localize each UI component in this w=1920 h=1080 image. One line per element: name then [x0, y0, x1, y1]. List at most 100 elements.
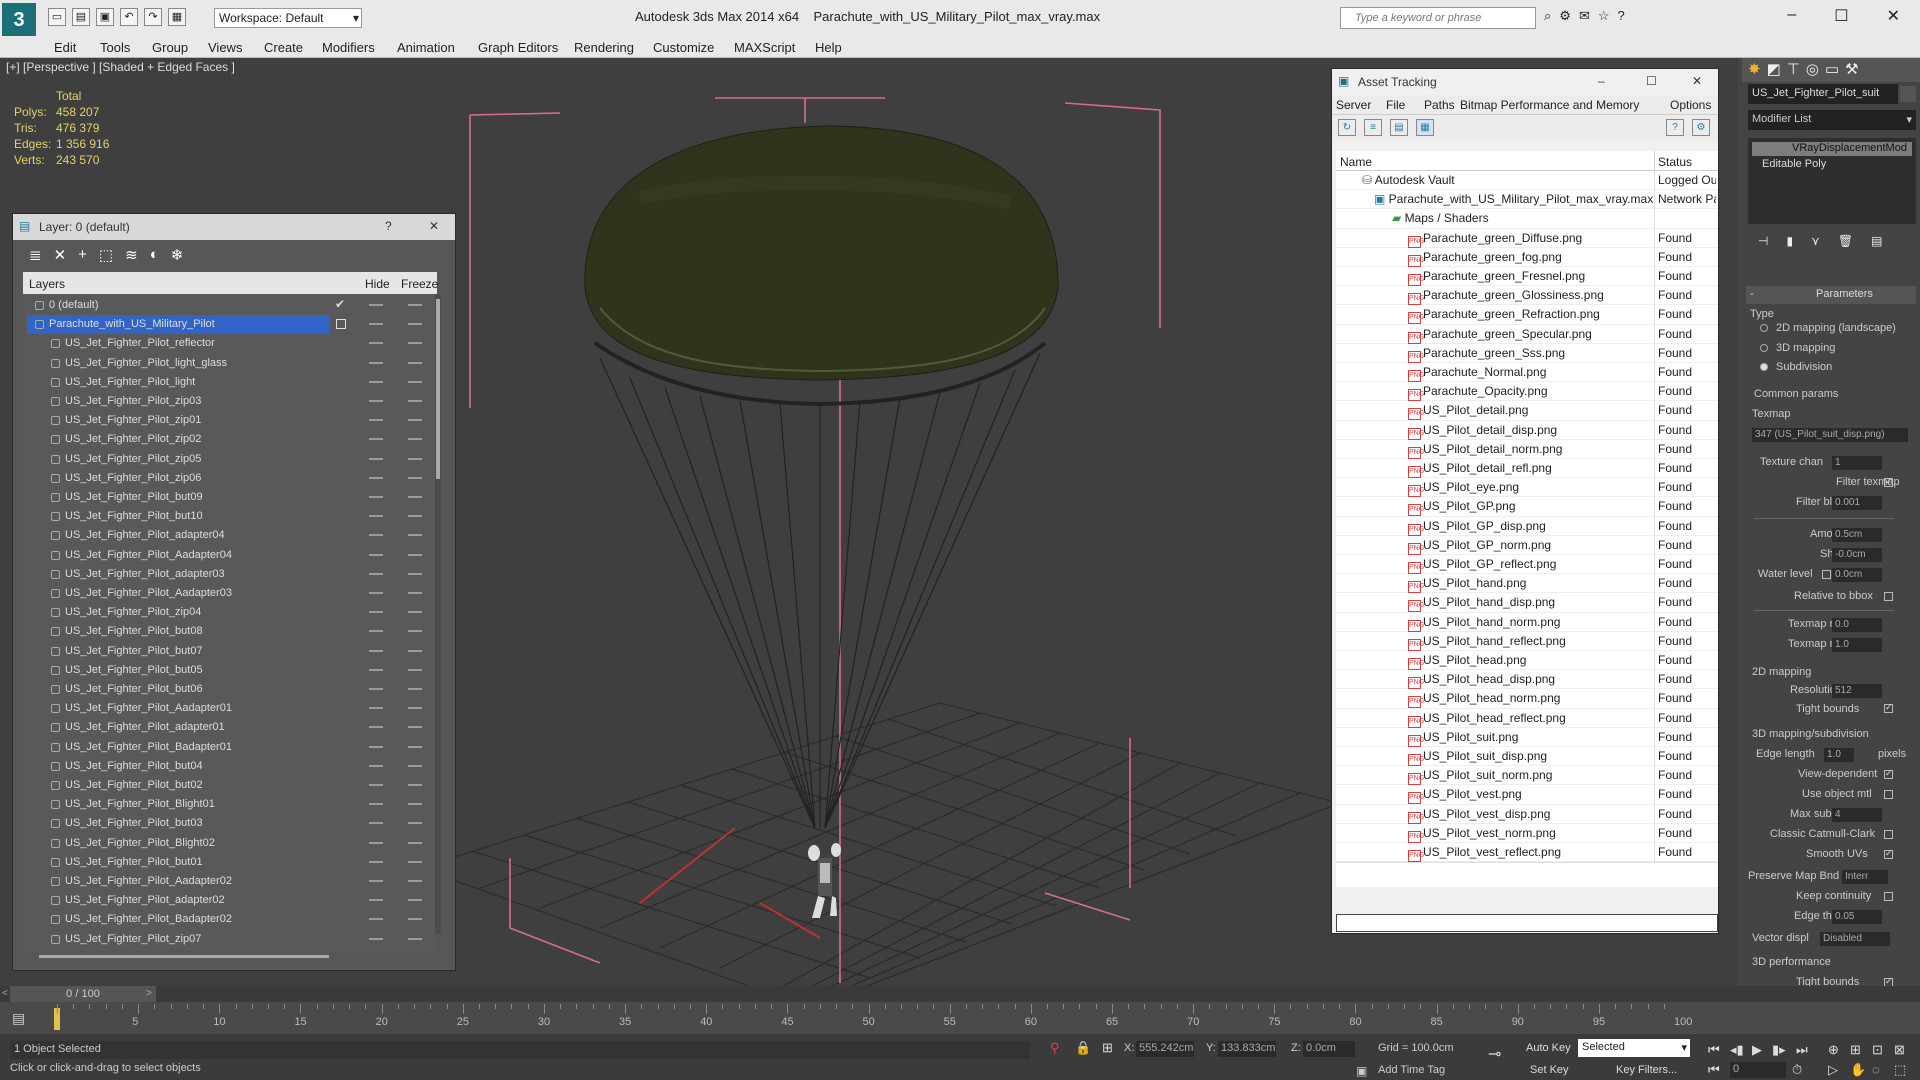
freeze-toggle[interactable] — [408, 361, 422, 364]
hide-toggle[interactable] — [369, 611, 383, 614]
stack-item-vraydisplacementmod[interactable]: VRayDisplacementMod — [1752, 142, 1912, 156]
layer-row[interactable]: US_Jet_Fighter_Pilot_but05 — [23, 661, 437, 680]
add-to-layer-icon[interactable]: + — [78, 246, 87, 264]
layer-row[interactable]: Parachute_with_US_Military_Pilot — [23, 315, 437, 335]
layer-row[interactable]: US_Jet_Fighter_Pilot_but03 — [23, 814, 437, 833]
layer-row[interactable]: US_Jet_Fighter_Pilot_Badapter02 — [23, 910, 437, 929]
asset-row[interactable]: PNGUS_Pilot_vest.png Found — [1336, 785, 1718, 805]
hide-toggle[interactable] — [369, 880, 383, 882]
layer-row[interactable]: US_Jet_Fighter_Pilot_but04 — [23, 757, 437, 776]
key-mode-icon[interactable]: ⏮ — [1708, 1062, 1720, 1078]
edge-thresh-input[interactable]: 0.05 — [1832, 910, 1882, 924]
layer-row[interactable]: US_Jet_Fighter_Pilot_Aadapter04 — [23, 546, 437, 565]
radio-subdivision[interactable] — [1760, 363, 1768, 371]
asset-row[interactable]: PNGUS_Pilot_detail_norm.png Found — [1336, 439, 1718, 459]
hide-toggle[interactable] — [369, 534, 383, 537]
layer-row[interactable]: US_Jet_Fighter_Pilot_but02 — [23, 776, 437, 795]
table-view-icon[interactable]: ▤ — [1390, 119, 1408, 136]
water-level-input[interactable]: 0.0cm — [1832, 568, 1882, 582]
help-icon[interactable]: ? — [1618, 8, 1625, 24]
asset-row[interactable]: PNGParachute_Normal.png Found — [1336, 363, 1718, 383]
layer-row[interactable]: US_Jet_Fighter_Pilot_zip07 — [23, 930, 437, 949]
freeze-toggle[interactable] — [408, 803, 422, 806]
freeze-toggle[interactable] — [408, 688, 422, 690]
time-tag-icon[interactable]: ▣ — [1356, 1064, 1367, 1078]
y-coordinate-field[interactable]: 133.833cm — [1218, 1041, 1276, 1057]
object-color-swatch[interactable] — [1900, 86, 1916, 102]
max-subdivs-input[interactable]: 4 — [1832, 808, 1882, 822]
asset-row[interactable]: PNGParachute_green_Fresnel.png Found — [1336, 267, 1718, 287]
smooth-uvs-checkbox[interactable] — [1884, 848, 1893, 859]
freeze-toggle[interactable] — [408, 515, 422, 518]
project-folder-icon[interactable]: ▦ — [168, 8, 186, 26]
asset-row[interactable]: PNGUS_Pilot_hand_reflect.png Found — [1336, 631, 1718, 651]
close-icon[interactable]: ✕ — [429, 219, 439, 233]
x-coordinate-field[interactable]: 555.242cm — [1136, 1041, 1194, 1057]
search-input[interactable]: Type a keyword or phrase — [1340, 7, 1536, 29]
close-icon[interactable]: ✕ — [1692, 74, 1702, 88]
zoom-extents-icon[interactable]: ⊡ — [1872, 1042, 1883, 1058]
freeze-toggle[interactable] — [408, 745, 422, 748]
key-filters-button[interactable]: Key Filters... — [1616, 1064, 1677, 1076]
filter-blur-input[interactable]: 0.001 — [1832, 496, 1882, 510]
asset-row[interactable]: PNGUS_Pilot_head_reflect.png Found — [1336, 708, 1718, 728]
add-time-tag[interactable]: Add Time Tag — [1378, 1064, 1445, 1076]
asset-row[interactable]: PNGUS_Pilot_hand_disp.png Found — [1336, 593, 1718, 613]
layer-horizontal-scrollbar[interactable] — [39, 955, 329, 958]
type-2d-mapping[interactable]: 2D mapping (landscape) — [1776, 322, 1896, 334]
layer-row[interactable]: US_Jet_Fighter_Pilot_but06 — [23, 680, 437, 699]
layer-row[interactable]: US_Jet_Fighter_Pilot_zip02 — [23, 430, 437, 449]
settings-icon[interactable]: ⚙ — [1692, 119, 1710, 136]
texmap-button[interactable]: 347 (US_Pilot_suit_disp.png) — [1752, 428, 1908, 442]
freeze-toggle[interactable] — [408, 553, 422, 556]
menu-animation[interactable]: Animation — [397, 40, 455, 55]
layer-row[interactable]: US_Jet_Fighter_Pilot_adapter04 — [23, 526, 437, 545]
hide-toggle[interactable] — [369, 592, 383, 594]
layer-row[interactable]: US_Jet_Fighter_Pilot_adapter01 — [23, 718, 437, 737]
asset-row[interactable]: PNGUS_Pilot_suit_disp.png Found — [1336, 747, 1718, 767]
stack-item-editable-poly[interactable]: Editable Poly — [1762, 158, 1826, 170]
menu-group[interactable]: Group — [152, 40, 188, 55]
relative-bbox-checkbox[interactable] — [1884, 592, 1893, 601]
hide-toggle[interactable] — [369, 553, 383, 556]
column-layers[interactable]: Layers — [29, 277, 65, 291]
zoom-icon[interactable]: ⊕ — [1828, 1042, 1839, 1058]
layer-row[interactable]: US_Jet_Fighter_Pilot_Aadapter01 — [23, 699, 437, 718]
layer-manager-titlebar[interactable]: ▤ Layer: 0 (default) ? ✕ — [13, 214, 455, 240]
asset-row[interactable]: PNGUS_Pilot_detail_refl.png Found — [1336, 459, 1718, 479]
texmap-min-input[interactable]: 0.0 — [1832, 618, 1882, 632]
binoculars-icon[interactable]: ⌕ — [1544, 8, 1551, 24]
layer-row[interactable]: US_Jet_Fighter_Pilot_but01 — [23, 853, 437, 872]
hide-toggle[interactable] — [369, 937, 383, 940]
type-3d-mapping[interactable]: 3D mapping — [1776, 342, 1835, 354]
pin-stack-icon[interactable]: ⊣ — [1758, 234, 1768, 254]
open-file-icon[interactable]: ▤ — [72, 8, 90, 26]
asset-row[interactable]: PNGUS_Pilot_detail_disp.png Found — [1336, 420, 1718, 440]
filter-texmap-checkbox[interactable] — [1884, 476, 1893, 487]
layer-row[interactable]: US_Jet_Fighter_Pilot_but08 — [23, 622, 437, 641]
viewport-label[interactable]: [+] [Perspective ] [Shaded + Edged Faces… — [6, 60, 235, 74]
hide-toggle[interactable] — [369, 726, 383, 729]
asset-row[interactable]: PNGParachute_green_fog.png Found — [1336, 247, 1718, 267]
asset-row-folder[interactable]: ▰ Maps / Shaders — [1336, 209, 1718, 229]
amount-input[interactable]: 0.5cm — [1832, 528, 1882, 542]
menu-modifiers[interactable]: Modifiers — [322, 40, 375, 55]
parameters-rollout[interactable]: - Parameters — [1746, 286, 1916, 304]
motion-tab-icon[interactable]: ◎ — [1806, 60, 1819, 80]
current-frame-field[interactable]: 0 — [1730, 1062, 1786, 1078]
hide-toggle[interactable] — [369, 323, 383, 326]
menu-help[interactable]: Help — [815, 40, 842, 55]
layer-row[interactable]: US_Jet_Fighter_Pilot_Aadapter02 — [23, 872, 437, 891]
new-layer-icon[interactable]: ≣ — [29, 246, 42, 264]
asset-menu-file[interactable]: File — [1386, 98, 1405, 112]
layer-row[interactable]: US_Jet_Fighter_Pilot_Badapter01 — [23, 738, 437, 757]
freeze-toggle[interactable] — [408, 400, 422, 402]
workspace-dropdown[interactable]: Workspace: Default ▾ — [214, 8, 362, 28]
key-icon[interactable]: ⊸ — [1488, 1044, 1501, 1064]
freeze-toggle[interactable] — [408, 380, 422, 383]
tight-bounds-checkbox[interactable] — [1884, 702, 1893, 713]
hide-toggle[interactable] — [369, 515, 383, 518]
keep-continuity-checkbox[interactable] — [1884, 892, 1893, 901]
layer-row[interactable]: US_Jet_Fighter_Pilot_Blight01 — [23, 795, 437, 814]
asset-row[interactable]: PNGParachute_Opacity.png Found — [1336, 382, 1718, 402]
